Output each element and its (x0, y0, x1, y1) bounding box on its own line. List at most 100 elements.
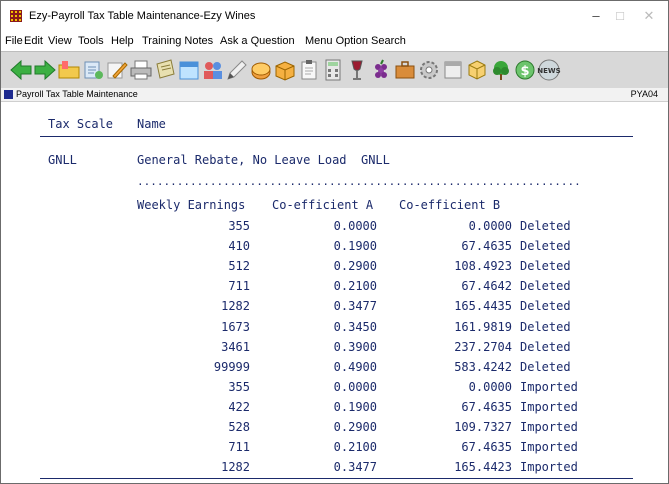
weekly-earnings-cell: 711 (228, 440, 250, 455)
menu-tools[interactable]: Tools (78, 35, 104, 47)
open-document-icon[interactable] (81, 58, 105, 82)
coefficient-b-cell: 67.4635 (461, 440, 512, 455)
form-title: Payroll Tax Table Maintenance (16, 89, 138, 99)
status-cell: Deleted (520, 259, 571, 274)
col-weekly-earnings: Weekly Earnings (137, 198, 246, 212)
briefcase-icon[interactable] (393, 58, 417, 82)
calculator-icon[interactable] (321, 58, 345, 82)
tax-scale-name[interactable]: General Rebate, No Leave Load GNLL (137, 153, 390, 167)
col-coefficient-a: Co-efficient A (272, 198, 374, 212)
footer-divider (40, 478, 633, 479)
coefficient-b-cell: 67.4642 (461, 279, 512, 294)
tree-icon[interactable] (489, 58, 513, 82)
coefficient-a-cell: 0.2100 (333, 279, 377, 294)
open-folder-icon[interactable] (57, 58, 81, 82)
coefficient-a-cell: 0.3477 (333, 460, 377, 475)
menu-help[interactable]: Help (111, 35, 134, 47)
menu-view[interactable]: View (48, 35, 72, 47)
window-icon[interactable] (441, 58, 465, 82)
gear-icon[interactable] (417, 58, 441, 82)
header-divider (40, 136, 633, 137)
toolbar: $ NEWS (1, 51, 668, 89)
status-cell: Deleted (520, 279, 571, 294)
weekly-earnings-cell: 1282 (221, 299, 250, 314)
status-cell: Deleted (520, 319, 571, 334)
coefficient-b-cell: 109.7327 (454, 420, 512, 434)
coefficient-b-cell: 0.0000 (468, 219, 512, 233)
status-cell: Deleted (520, 219, 571, 233)
weekly-earnings-cell: 355 (228, 219, 250, 233)
calendar-icon[interactable] (177, 58, 201, 82)
users-icon[interactable] (201, 58, 225, 82)
col-coefficient-b: Co-efficient B (399, 198, 501, 212)
status-cell: Deleted (520, 359, 571, 374)
notepad-icon[interactable] (153, 58, 177, 82)
coefficient-a-cell: 0.4900 (333, 359, 377, 374)
pencil-icon[interactable] (225, 58, 249, 82)
tax-table-content: Tax Scale Name GNLL General Rebate, No L… (1, 102, 668, 483)
name-header: Name (137, 117, 166, 131)
back-arrow-icon[interactable] (9, 58, 33, 82)
weekly-earnings-cell: 1282 (221, 460, 250, 475)
forward-arrow-icon[interactable] (33, 58, 57, 82)
weekly-earnings-cell: 355 (228, 379, 250, 394)
status-cell: Imported (520, 440, 578, 455)
news-icon-label: NEWS (537, 67, 560, 75)
window-title: Ezy-Payroll Tax Table Maintenance-Ezy Wi… (29, 10, 256, 22)
weekly-earnings-cell: 528 (228, 420, 250, 434)
coefficient-a-cell: 0.3450 (333, 319, 377, 334)
coefficient-b-cell: 67.4635 (461, 239, 512, 254)
weekly-earnings-cell: 422 (228, 399, 250, 414)
svg-text:$: $ (520, 64, 529, 79)
coefficient-b-cell: 161.9819 (454, 319, 512, 334)
coefficient-a-cell: 0.3900 (333, 339, 377, 354)
weekly-earnings-cell: 512 (228, 259, 250, 274)
tax-scale-code[interactable]: GNLL (48, 153, 77, 167)
coefficient-a-cell: 0.2900 (333, 259, 377, 274)
coefficient-a-cell: 0.0000 (333, 379, 377, 394)
coefficient-b-cell: 165.4435 (454, 299, 512, 314)
form-icon (4, 90, 13, 99)
form-header: Payroll Tax Table Maintenance PYA04 (1, 88, 668, 102)
coefficient-b-cell: 583.4242 (454, 359, 512, 374)
news-icon[interactable]: NEWS (537, 58, 561, 82)
app-grid-icon (10, 10, 22, 22)
weekly-earnings-cell: 99999 (213, 359, 250, 374)
tax-scale-header: Tax Scale (48, 117, 114, 131)
menu-ask-a-question[interactable]: Ask a Question (220, 35, 295, 47)
dotted-separator: ........................................… (137, 175, 581, 188)
coefficient-a-cell: 0.0000 (333, 219, 377, 233)
cube-icon[interactable] (465, 58, 489, 82)
coefficient-a-cell: 0.3477 (333, 299, 377, 314)
app-window: Ezy-Payroll Tax Table Maintenance-Ezy Wi… (0, 0, 669, 484)
coefficient-b-cell: 67.4635 (461, 399, 512, 414)
grapes-icon[interactable] (369, 58, 393, 82)
coefficient-a-cell: 0.2100 (333, 440, 377, 455)
maximize-button[interactable]: □ (610, 7, 630, 25)
status-cell: Imported (520, 399, 578, 414)
weekly-earnings-cell: 711 (228, 279, 250, 294)
coefficient-a-cell: 0.1900 (333, 399, 377, 414)
minimize-button[interactable]: – (586, 7, 606, 25)
package-icon[interactable] (273, 58, 297, 82)
wine-glass-icon[interactable] (345, 58, 369, 82)
menu-option-search[interactable]: Menu Option Search (305, 35, 406, 47)
weekly-earnings-cell: 3461 (221, 339, 250, 354)
coefficient-a-cell: 0.1900 (333, 239, 377, 254)
coin-icon[interactable] (249, 58, 273, 82)
coefficient-a-cell: 0.2900 (333, 420, 377, 434)
edit-pen-icon[interactable] (105, 58, 129, 82)
coefficient-b-cell: 237.2704 (454, 339, 512, 354)
weekly-earnings-cell: 410 (228, 239, 250, 254)
form-code: PYA04 (630, 89, 658, 99)
menu-training-notes[interactable]: Training Notes (142, 35, 213, 47)
close-button[interactable]: ✕ (639, 7, 659, 25)
title-bar[interactable]: Ezy-Payroll Tax Table Maintenance-Ezy Wi… (1, 1, 668, 31)
menu-file[interactable]: File (5, 35, 23, 47)
printer-icon[interactable] (129, 58, 153, 82)
status-cell: Deleted (520, 339, 571, 354)
clipboard-icon[interactable] (297, 58, 321, 82)
coefficient-b-cell: 0.0000 (468, 379, 512, 394)
menu-edit[interactable]: Edit (24, 35, 43, 47)
dollar-icon[interactable]: $ (513, 58, 537, 82)
